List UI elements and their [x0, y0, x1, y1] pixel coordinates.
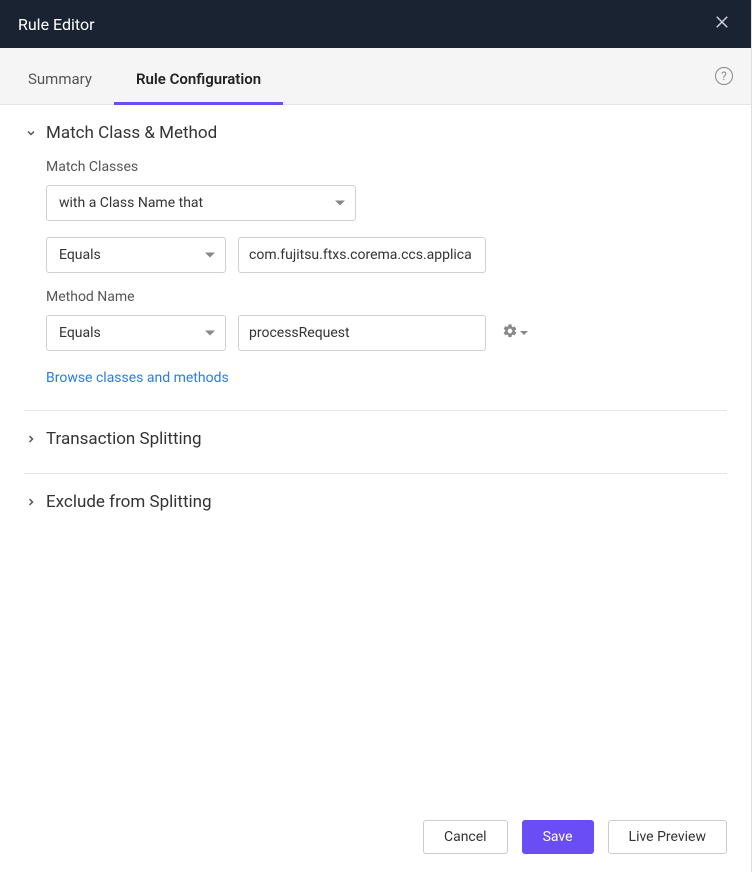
- modal-header: Rule Editor: [0, 0, 751, 48]
- rule-editor-modal: Rule Editor Summary Rule Configuration ?…: [0, 0, 752, 872]
- class-operator-row: Equals: [46, 237, 727, 273]
- section-title-transaction-splitting: Transaction Splitting: [46, 429, 202, 449]
- class-name-type-select[interactable]: with a Class Name that: [46, 185, 356, 221]
- cancel-button[interactable]: Cancel: [423, 820, 508, 854]
- method-name-input[interactable]: [238, 315, 486, 351]
- method-name-label: Method Name: [46, 289, 727, 305]
- tab-bar: Summary Rule Configuration ?: [0, 48, 751, 105]
- save-button[interactable]: Save: [522, 820, 594, 854]
- modal-footer: Cancel Save Live Preview: [0, 801, 751, 872]
- help-button[interactable]: ?: [715, 67, 733, 85]
- chevron-down-icon: [205, 331, 215, 336]
- close-button[interactable]: [711, 13, 733, 35]
- tab-rule-configuration[interactable]: Rule Configuration: [114, 52, 283, 104]
- section-transaction-splitting: Transaction Splitting: [0, 411, 751, 473]
- modal-title: Rule Editor: [18, 15, 95, 34]
- browse-classes-link[interactable]: Browse classes and methods: [46, 370, 229, 386]
- chevron-down-icon: [24, 126, 38, 140]
- chevron-right-icon: [24, 432, 38, 446]
- class-name-input[interactable]: [238, 237, 486, 273]
- section-exclude-splitting: Exclude from Splitting: [0, 474, 751, 536]
- class-name-selector-row: with a Class Name that: [46, 185, 727, 221]
- close-icon: [713, 13, 731, 35]
- method-operator-select[interactable]: Equals: [46, 315, 226, 351]
- help-icon: ?: [721, 69, 727, 83]
- chevron-down-icon: [520, 331, 528, 335]
- section-header-transaction-splitting[interactable]: Transaction Splitting: [24, 429, 727, 449]
- section-header-match[interactable]: Match Class & Method: [24, 123, 727, 143]
- chevron-down-icon: [335, 201, 345, 206]
- class-name-type-value: with a Class Name that: [59, 195, 203, 211]
- method-options-button[interactable]: [498, 319, 532, 347]
- match-classes-label: Match Classes: [46, 159, 727, 175]
- section-body-match: Match Classes with a Class Name that Equ…: [24, 159, 727, 386]
- chevron-down-icon: [205, 253, 215, 258]
- section-title-exclude-splitting: Exclude from Splitting: [46, 492, 212, 512]
- section-match-class-method: Match Class & Method Match Classes with …: [0, 105, 751, 410]
- live-preview-button[interactable]: Live Preview: [608, 820, 727, 854]
- class-operator-value: Equals: [59, 247, 101, 263]
- class-operator-select[interactable]: Equals: [46, 237, 226, 273]
- method-operator-row: Equals: [46, 315, 727, 351]
- section-header-exclude-splitting[interactable]: Exclude from Splitting: [24, 492, 727, 512]
- gear-icon: [502, 323, 518, 343]
- section-title-match: Match Class & Method: [46, 123, 217, 143]
- content-area: Match Class & Method Match Classes with …: [0, 105, 751, 801]
- chevron-right-icon: [24, 495, 38, 509]
- tab-summary[interactable]: Summary: [6, 52, 114, 104]
- method-operator-value: Equals: [59, 325, 101, 341]
